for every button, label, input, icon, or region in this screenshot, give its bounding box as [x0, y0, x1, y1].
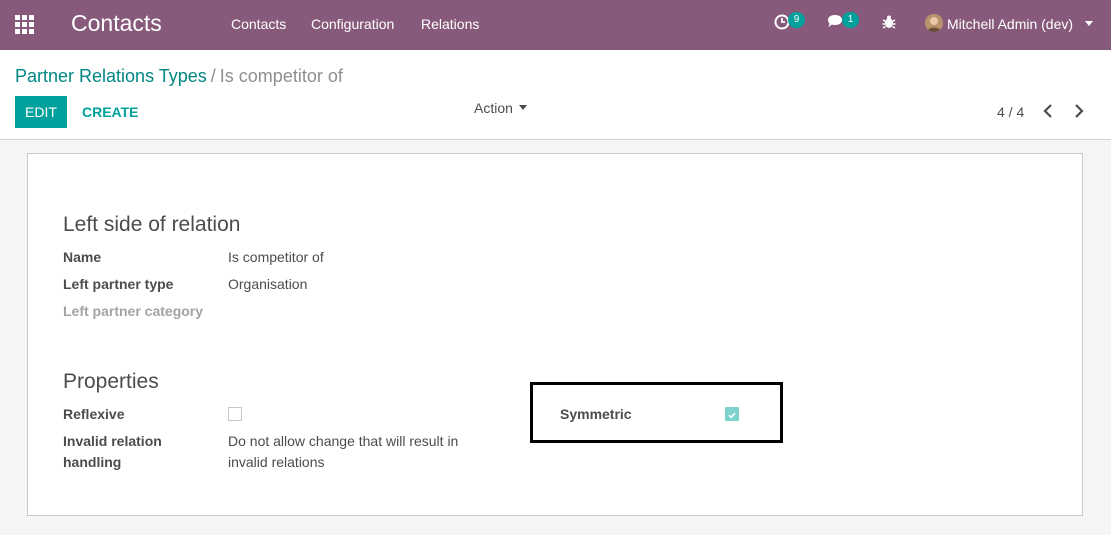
pager-next-icon[interactable] — [1070, 101, 1088, 121]
caret-down-icon — [518, 104, 527, 110]
messages-badge: 1 — [842, 12, 859, 28]
name-label: Name — [63, 249, 102, 265]
invalid-relation-value-line1: Do not allow change that will result in — [228, 433, 459, 449]
left-partner-type-value: Organisation — [228, 276, 308, 292]
edit-button[interactable]: EDIT — [15, 96, 67, 128]
check-icon — [728, 412, 736, 419]
control-panel: Partner Relations Types / Is competitor of… — [0, 50, 1111, 140]
reflexive-checkbox[interactable] — [228, 407, 242, 421]
main-navbar: Contacts Contacts Configuration Relation… — [0, 0, 1111, 50]
avatar — [925, 14, 943, 32]
action-dropdown[interactable]: Action — [474, 100, 527, 116]
left-partner-category-label: Left partner category — [63, 303, 204, 319]
left-side-group-title: Left side of relation — [63, 213, 241, 236]
properties-group-title: Properties — [63, 370, 159, 393]
debug-bug-icon[interactable] — [882, 14, 902, 34]
chevron-down-icon — [1085, 21, 1093, 26]
create-button[interactable]: CREATE — [82, 104, 139, 120]
apps-menu-icon[interactable] — [15, 15, 34, 34]
menu-item-contacts[interactable]: Contacts — [231, 16, 286, 32]
name-value: Is competitor of — [228, 249, 324, 265]
form-sheet: Left side of relation Name Is competitor… — [27, 153, 1083, 516]
breadcrumb: Partner Relations Types / Is competitor of — [15, 66, 343, 87]
symmetric-checkbox[interactable] — [725, 407, 739, 421]
activity-badge: 9 — [788, 12, 805, 28]
reflexive-label: Reflexive — [63, 406, 125, 422]
invalid-relation-label-line1: Invalid relation — [63, 433, 162, 449]
pager-previous-icon[interactable] — [1040, 101, 1058, 121]
breadcrumb-separator: / — [210, 66, 216, 86]
action-dropdown-label: Action — [474, 100, 513, 116]
menu-item-configuration[interactable]: Configuration — [311, 16, 394, 32]
symmetric-label: Symmetric — [560, 406, 632, 422]
breadcrumb-current: Is competitor of — [219, 66, 343, 86]
left-partner-type-label: Left partner type — [63, 276, 174, 292]
pager-value[interactable]: 4 / 4 — [997, 104, 1024, 120]
invalid-relation-label-line2: handling — [63, 454, 122, 470]
user-name: Mitchell Admin (dev) — [947, 16, 1074, 32]
app-title: Contacts — [71, 10, 162, 36]
breadcrumb-parent-link[interactable]: Partner Relations Types — [15, 66, 207, 86]
menu-item-relations[interactable]: Relations — [421, 16, 479, 32]
invalid-relation-value-line2: invalid relations — [228, 454, 325, 470]
